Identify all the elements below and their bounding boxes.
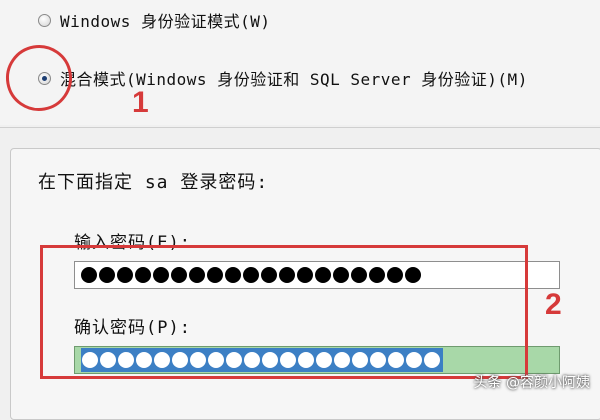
radio-label-windows-auth: Windows 身份验证模式(W) (60, 12, 271, 31)
sa-password-section-label: 在下面指定 sa 登录密码: (38, 172, 269, 193)
radio-label-mixed-mode: 混合模式(Windows 身份验证和 SQL Server 身份验证)(M) (60, 70, 528, 89)
annotation-box-passwords (40, 245, 528, 379)
radio-windows-auth[interactable]: Windows 身份验证模式(W) (38, 8, 270, 32)
radio-mixed-mode[interactable]: 混合模式(Windows 身份验证和 SQL Server 身份验证)(M) (38, 66, 528, 90)
radio-button-windows-auth[interactable] (38, 13, 51, 27)
annotation-step-2: 2 (545, 288, 562, 321)
watermark: 头条 @容颜小阿姨 (473, 375, 590, 391)
divider (0, 127, 600, 128)
annotation-step-1: 1 (132, 86, 149, 119)
